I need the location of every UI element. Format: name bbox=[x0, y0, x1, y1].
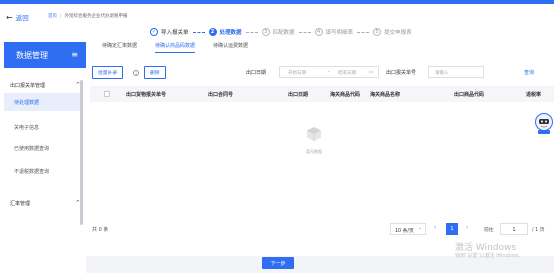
calendar-icon: ▭ bbox=[369, 70, 374, 75]
next-page-icon[interactable]: › bbox=[466, 224, 468, 231]
step-connector bbox=[298, 31, 311, 33]
next-step-button[interactable]: 下一步 bbox=[262, 257, 294, 269]
sidebar-group-label: 出口报关单管理 bbox=[10, 83, 46, 89]
query-button[interactable]: 查询 bbox=[524, 69, 534, 76]
arrow-left-icon: ← bbox=[6, 12, 13, 22]
breadcrumb-separator: / bbox=[60, 14, 62, 19]
info-icon[interactable]: i bbox=[133, 70, 139, 76]
step-4: 4 填写明细表 bbox=[314, 28, 354, 36]
date-filter-label: 出口日期 bbox=[246, 70, 267, 76]
step-connector bbox=[192, 31, 205, 33]
sidebar-item-label: 待处理数据 bbox=[14, 99, 40, 106]
step-2-number: 2 bbox=[208, 28, 217, 36]
step-1-label: 导入报关单 bbox=[161, 30, 189, 36]
step-connector bbox=[245, 31, 258, 33]
step-2: 2 处理数据 bbox=[208, 28, 242, 36]
batch-entry-button[interactable]: 批量补录 bbox=[92, 66, 124, 79]
empty-box-icon bbox=[307, 127, 321, 141]
column-header: 退税率 bbox=[526, 92, 542, 98]
sidebar-item-label: 关电子信息 bbox=[14, 125, 40, 131]
sidebar-item-electronic-info[interactable]: 关电子信息 bbox=[14, 124, 39, 131]
select-all-checkbox[interactable] bbox=[104, 91, 110, 97]
column-header: 出口合同号 bbox=[208, 92, 234, 98]
sidebar-title: 数据管理 bbox=[16, 50, 48, 60]
sidebar-item-used-data[interactable]: 已使用数据查询 bbox=[14, 145, 49, 152]
goto-label: 前往 bbox=[484, 228, 494, 233]
sidebar-header: 数据管理 ≡ bbox=[4, 42, 86, 68]
assistant-avatar-icon[interactable] bbox=[534, 110, 554, 136]
sidebar-group-label: 汇率管理 bbox=[10, 201, 31, 207]
chevron-down-icon: ⌄ bbox=[417, 226, 422, 231]
pagination-bar: 共 0 条 10 条/页 ⌄ ‹ 1 › 前往 1 / 1 页 bbox=[86, 220, 554, 238]
step-5-number: 5 bbox=[373, 28, 382, 36]
step-5-label: 提交申报表 bbox=[384, 30, 412, 36]
menu-toggle-icon[interactable]: ≡ bbox=[71, 50, 78, 59]
date-range-picker[interactable]: 开始日期 - 结束日期 ▭ bbox=[279, 66, 379, 78]
breadcrumb-current: 外贸综合服务企业代办退税申报 bbox=[64, 14, 128, 19]
range-separator: - bbox=[328, 70, 330, 75]
prev-page-icon[interactable]: ‹ bbox=[434, 224, 436, 231]
sidebar-item-label: 不退税数据查询 bbox=[14, 169, 50, 175]
wizard-steps: ✓ 导入报关单 2 处理数据 3 匹配数据 4 填写明细表 5 提交申报表 bbox=[150, 28, 412, 36]
delete-button[interactable]: 删除 bbox=[144, 66, 166, 79]
table-header: 出口货物报关单号 出口合同号 出口日期 海关商品代码 海关商品名称 出口商品代码… bbox=[90, 86, 554, 102]
step-3-number: 3 bbox=[261, 28, 270, 36]
end-date-placeholder: 结束日期 bbox=[338, 71, 356, 76]
sidebar-scrollbar[interactable] bbox=[80, 80, 83, 225]
step-3: 3 匹配数据 bbox=[261, 28, 295, 36]
page-size-select[interactable]: 10 条/页 ⌄ bbox=[390, 223, 426, 235]
sidebar: 数据管理 ≡ 出口报关单管理 ^ 待处理数据 关电子信息 已使用数据查询 不退税… bbox=[0, 40, 86, 273]
sidebar-item-label: 已使用数据查询 bbox=[14, 146, 50, 152]
step-1-check-icon: ✓ bbox=[150, 28, 158, 36]
tab-bar: 待确定汇率数据 待确认商品码数据 待确认运费数据 bbox=[102, 42, 248, 53]
tab-exchange-rate[interactable]: 待确定汇率数据 bbox=[102, 42, 137, 53]
tab-commodity-code[interactable]: 待确认商品码数据 bbox=[155, 42, 196, 53]
tab-freight[interactable]: 待确认运费数据 bbox=[213, 42, 248, 53]
step-1: ✓ 导入报关单 bbox=[150, 28, 189, 36]
declaration-placeholder: 请输入 bbox=[435, 71, 449, 76]
activation-watermark-subtitle: 转到"设置"以激活 Windows。 bbox=[455, 253, 524, 259]
page-header: ← 返回 首页 / 外贸综合服务企业代办退税申报 ✓ 导入报关单 2 处理数据 3 … bbox=[0, 4, 554, 40]
step-2-label: 处理数据 bbox=[219, 30, 242, 36]
column-header: 出口日期 bbox=[288, 92, 309, 98]
start-date-placeholder: 开始日期 bbox=[288, 71, 306, 76]
page-size-value: 10 条/页 bbox=[395, 229, 414, 234]
goto-page-input[interactable]: 1 bbox=[500, 223, 528, 235]
back-label: 返回 bbox=[15, 14, 29, 22]
declaration-filter-label: 出口报关单号 bbox=[386, 70, 417, 76]
sidebar-item-no-refund-data[interactable]: 不退税数据查询 bbox=[14, 168, 49, 175]
back-link[interactable]: ← 返回 bbox=[6, 12, 29, 23]
declaration-input[interactable]: 请输入 bbox=[428, 66, 484, 78]
page-count: / 1 页 bbox=[532, 228, 545, 233]
sidebar-group-declarations[interactable]: 出口报关单管理 ^ bbox=[10, 82, 80, 89]
step-4-number: 4 bbox=[314, 28, 323, 36]
page-number-current[interactable]: 1 bbox=[446, 223, 458, 235]
breadcrumb-home[interactable]: 首页 bbox=[48, 14, 57, 19]
total-count: 共 0 条 bbox=[92, 227, 109, 233]
sidebar-item-pending-data[interactable]: 待处理数据 bbox=[4, 93, 80, 111]
toolbar: 批量补录 i 删除 出口日期 开始日期 - 结束日期 ▭ 出口报关单号 请输入 … bbox=[86, 63, 554, 81]
empty-text: 暂无数据 bbox=[306, 149, 322, 154]
column-header: 海关商品名称 bbox=[370, 92, 401, 98]
column-header: 出口货物报关单号 bbox=[126, 92, 167, 98]
step-3-label: 匹配数据 bbox=[272, 30, 295, 36]
column-header: 海关商品代码 bbox=[330, 92, 361, 98]
empty-state: 暂无数据 bbox=[306, 126, 322, 155]
step-4-label: 填写明细表 bbox=[325, 30, 354, 36]
column-header: 出口商品代码 bbox=[454, 92, 485, 98]
sidebar-group-exchange-rate[interactable]: 汇率管理 ^ bbox=[10, 200, 80, 207]
step-connector bbox=[357, 31, 370, 33]
breadcrumb: 首页 / 外贸综合服务企业代办退税申报 bbox=[48, 13, 128, 19]
step-5: 5 提交申报表 bbox=[373, 28, 412, 36]
